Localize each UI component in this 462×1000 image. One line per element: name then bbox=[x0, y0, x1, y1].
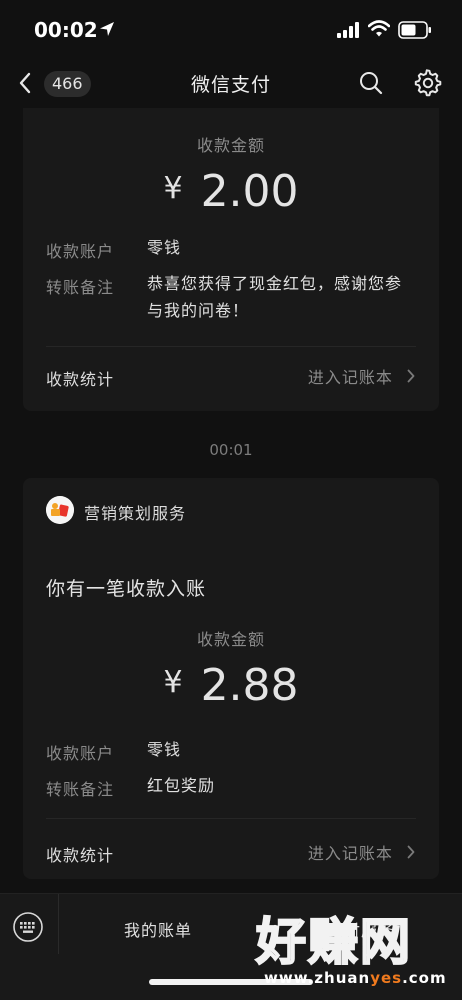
svg-text:www.zhuanyes.com: www.zhuanyes.com bbox=[264, 969, 447, 987]
ledger-link-label: 进入记账本 bbox=[307, 368, 393, 387]
message-timestamp: 00:01 bbox=[209, 441, 253, 459]
payment-received-card[interactable]: 收款金额 ¥2.00 收款账户 零钱 转账备注 恭喜您获得了现金红包，感谢您参与… bbox=[23, 108, 439, 411]
stats-label: 收款统计 bbox=[46, 846, 115, 865]
amount-number: 2.88 bbox=[200, 660, 299, 711]
chevron-right-icon bbox=[407, 845, 415, 859]
amount-number: 2.00 bbox=[200, 166, 299, 217]
amount-label: 收款金额 bbox=[196, 136, 265, 155]
svg-text:好赚网: 好赚网 bbox=[255, 913, 412, 971]
divider bbox=[46, 346, 416, 347]
account-value: 零钱 bbox=[147, 238, 182, 257]
remark-label: 转账备注 bbox=[46, 278, 115, 297]
menu-separator bbox=[58, 894, 59, 954]
page-title: 微信支付 bbox=[190, 74, 271, 96]
sender-name[interactable]: 营销策划服务 bbox=[84, 500, 186, 524]
currency-symbol: ¥ bbox=[163, 665, 183, 700]
site-watermark: 好赚网 www.zhuanyes.com bbox=[254, 912, 447, 987]
amount-value: ¥2.00 bbox=[23, 166, 439, 217]
settings-gear-icon[interactable] bbox=[414, 69, 442, 97]
keyboard-toggle-icon[interactable] bbox=[12, 911, 44, 943]
currency-symbol: ¥ bbox=[163, 171, 183, 206]
ledger-link[interactable]: 进入记账本 bbox=[308, 364, 415, 388]
search-icon[interactable] bbox=[358, 70, 384, 96]
account-value: 零钱 bbox=[147, 740, 182, 759]
stats-label: 收款统计 bbox=[46, 370, 115, 389]
remark-value: 红包奖励 bbox=[147, 776, 216, 795]
chevron-right-icon bbox=[407, 369, 415, 383]
message-list[interactable]: 收款金额 ¥2.00 收款账户 零钱 转账备注 恭喜您获得了现金红包，感谢您参与… bbox=[0, 108, 462, 893]
payment-received-card[interactable]: 营销策划服务 你有一笔收款入账 收款金额 ¥2.88 收款账户 零钱 转账备注 … bbox=[23, 478, 439, 879]
status-time: 00:02 bbox=[34, 18, 98, 42]
amount-label: 收款金额 bbox=[196, 630, 265, 649]
ledger-link-label: 进入记账本 bbox=[307, 844, 393, 863]
ledger-link[interactable]: 进入记账本 bbox=[308, 840, 415, 864]
notice-title: 你有一笔收款入账 bbox=[46, 578, 207, 600]
sender-logo-icon bbox=[46, 496, 74, 524]
amount-value: ¥2.88 bbox=[23, 660, 439, 711]
status-bar: 00:02 bbox=[0, 0, 462, 60]
menu-my-bills[interactable]: 我的账单 bbox=[124, 917, 192, 941]
cellular-signal-icon bbox=[337, 22, 359, 38]
remark-label: 转账备注 bbox=[46, 780, 115, 799]
account-label: 收款账户 bbox=[46, 744, 115, 763]
wifi-icon bbox=[368, 20, 390, 37]
account-label: 收款账户 bbox=[46, 242, 115, 261]
remark-value: 恭喜您获得了现金红包，感谢您参与我的问卷！ bbox=[147, 274, 403, 320]
nav-bar: 466 微信支付 bbox=[0, 58, 462, 108]
divider bbox=[46, 818, 416, 819]
battery-icon bbox=[398, 21, 431, 39]
location-arrow-icon bbox=[100, 22, 114, 36]
